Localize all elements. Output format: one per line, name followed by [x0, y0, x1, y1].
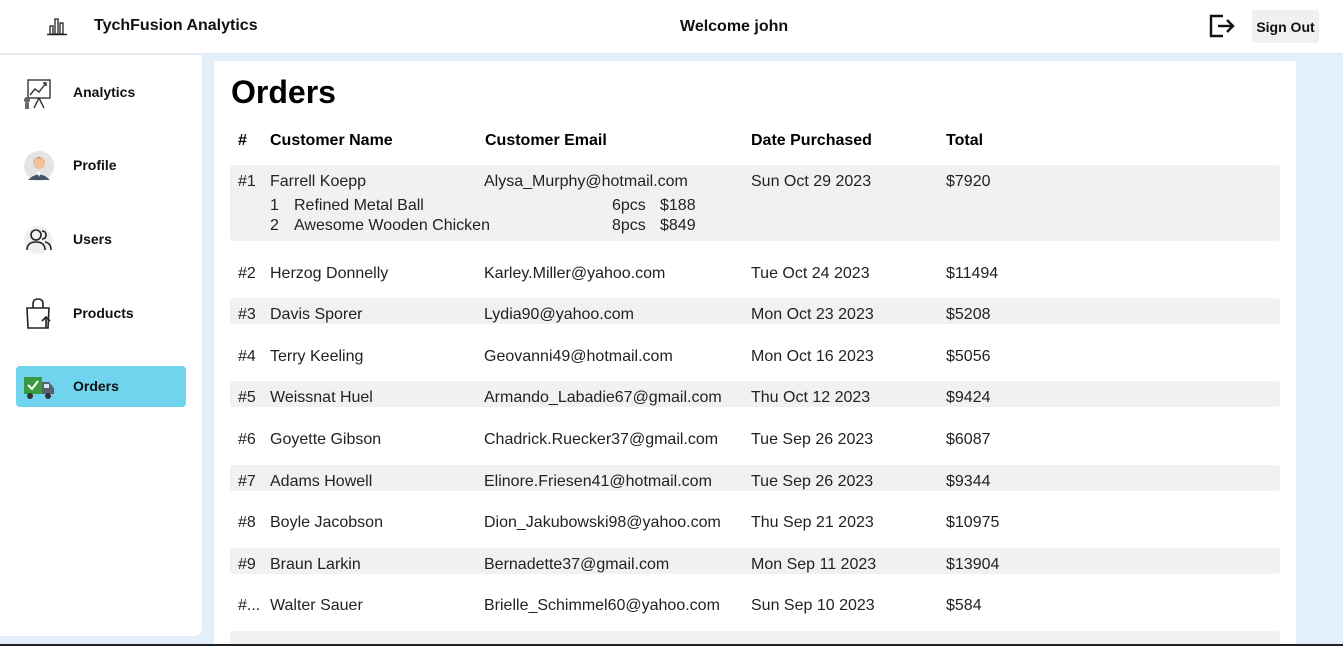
order-total: $7920 [946, 173, 991, 190]
order-row[interactable]: #3 Davis Sporer Lydia90@yahoo.com Mon Oc… [230, 298, 1280, 324]
column-header-total: Total [946, 132, 984, 149]
column-header-customer-name: Customer Name [270, 132, 393, 149]
date-purchased: Mon Oct 23 2023 [751, 306, 874, 323]
item-name: Awesome Wooden Chicken [294, 217, 490, 234]
page-title: Orders [231, 74, 336, 110]
sidebar-item-profile[interactable]: Profile [16, 145, 186, 186]
sidebar-item-label: Profile [73, 157, 117, 173]
shopping-bag-icon [26, 298, 51, 329]
item-name: Refined Metal Ball [294, 197, 424, 214]
customer-email: Bernadette37@gmail.com [484, 556, 670, 573]
order-number: #... [238, 597, 261, 614]
column-header-customer-email: Customer Email [485, 132, 607, 149]
delivery-truck-icon [24, 377, 54, 399]
order-number: #2 [238, 265, 256, 282]
column-header-date-purchased: Date Purchased [751, 132, 872, 149]
users-icon [24, 226, 52, 254]
date-purchased: Mon Sep 11 2023 [751, 556, 877, 573]
order-row[interactable]: #7 Adams Howell Elinore.Friesen41@hotmai… [230, 465, 1280, 491]
customer-name: Herzog Donnelly [270, 265, 389, 282]
order-total: $11494 [946, 265, 999, 282]
sidebar-item-label: Orders [73, 378, 119, 394]
sidebar-item-users[interactable]: Users [16, 219, 186, 260]
date-purchased: Sun Oct 29 2023 [751, 173, 872, 190]
order-total: $6087 [946, 431, 991, 448]
customer-email: Elinore.Friesen41@hotmail.com [484, 473, 712, 490]
order-total: $13904 [946, 556, 1000, 573]
order-number: #4 [238, 348, 256, 365]
customer-name: Farrell Koepp [270, 173, 367, 190]
item-price: $188 [660, 197, 696, 214]
order-number: #9 [238, 556, 256, 573]
item-quantity: 8pcs [612, 217, 646, 234]
sidebar-item-label: Products [73, 305, 134, 321]
sign-out-button[interactable]: Sign Out [1252, 10, 1319, 43]
sidebar-item-products[interactable]: Products [16, 293, 186, 334]
orders-panel: Orders # Customer Name Customer Email Da… [214, 61, 1296, 646]
order-row[interactable]: #4 Terry Keeling Geovanni49@hotmail.com … [230, 340, 1280, 366]
customer-name: Terry Keeling [270, 348, 364, 365]
customer-name: Boyle Jacobson [270, 514, 383, 531]
customer-email: Chadrick.Ruecker37@gmail.com [484, 431, 719, 448]
logout-icon[interactable] [1208, 12, 1236, 40]
customer-name: Weissnat Huel [270, 389, 373, 406]
sidebar-item-label: Users [73, 231, 112, 247]
order-total: $9344 [946, 473, 991, 490]
order-total: $584 [946, 597, 982, 614]
item-index: 2 [270, 217, 279, 234]
customer-email: Alysa_Murphy@hotmail.com [484, 173, 688, 190]
order-total: $5208 [946, 306, 991, 323]
customer-name: Braun Larkin [270, 556, 361, 573]
customer-name: Walter Sauer [270, 597, 363, 614]
customer-email: Lydia90@yahoo.com [484, 306, 634, 323]
customer-email: Dion_Jakubowski98@yahoo.com [484, 514, 721, 531]
order-number: #5 [238, 389, 256, 406]
date-purchased: Thu Oct 12 2023 [751, 389, 871, 406]
order-number: #3 [238, 306, 256, 323]
customer-name: Davis Sporer [270, 306, 363, 323]
order-row[interactable]: #9 Braun Larkin Bernadette37@gmail.com M… [230, 548, 1280, 574]
sidebar: Analytics Profile Users Products Orders [0, 55, 202, 636]
sidebar-item-orders[interactable]: Orders [16, 366, 186, 407]
date-purchased: Thu Sep 21 2023 [751, 514, 874, 531]
order-number: #7 [238, 473, 256, 490]
order-number: #1 [238, 173, 256, 190]
order-total: $10975 [946, 514, 1000, 531]
item-price: $849 [660, 217, 696, 234]
customer-email: Armando_Labadie67@gmail.com [484, 389, 722, 406]
date-purchased: Sun Sep 10 2023 [751, 597, 875, 614]
order-total: $5056 [946, 348, 991, 365]
app-title: TychFusion Analytics [94, 17, 258, 34]
order-total: $9424 [946, 389, 991, 406]
sidebar-item-label: Analytics [73, 84, 136, 100]
order-number: #8 [238, 514, 256, 531]
order-row[interactable]: #5 Weissnat Huel Armando_Labadie67@gmail… [230, 381, 1280, 407]
item-quantity: 6pcs [612, 197, 646, 214]
top-header: TychFusion Analytics Welcome john Sign O… [0, 0, 1343, 54]
order-row[interactable]: #6 Goyette Gibson Chadrick.Ruecker37@gma… [230, 423, 1280, 449]
analytics-icon [24, 79, 51, 109]
customer-name: Adams Howell [270, 473, 373, 490]
column-header-number: # [238, 132, 247, 149]
profile-avatar-icon [24, 151, 54, 181]
order-row-expanded[interactable]: #1 Farrell Koepp Alysa_Murphy@hotmail.co… [230, 165, 1280, 241]
bar-chart-icon [47, 18, 67, 36]
order-row[interactable]: #8 Boyle Jacobson Dion_Jakubowski98@yaho… [230, 506, 1280, 532]
customer-email: Geovanni49@hotmail.com [484, 348, 673, 365]
customer-email: Brielle_Schimmel60@yahoo.com [484, 597, 720, 614]
date-purchased: Tue Sep 26 2023 [751, 473, 874, 490]
item-index: 1 [270, 197, 279, 214]
welcome-message: Welcome john [680, 18, 789, 35]
customer-name: Goyette Gibson [270, 431, 382, 448]
order-row[interactable]: #2 Herzog Donnelly Karley.Miller@yahoo.c… [230, 257, 1280, 282]
order-row[interactable]: #... Walter Sauer Brielle_Schimmel60@yah… [230, 589, 1280, 615]
sidebar-item-analytics[interactable]: Analytics [16, 72, 186, 113]
date-purchased: Tue Sep 26 2023 [751, 431, 874, 448]
customer-email: Karley.Miller@yahoo.com [484, 265, 666, 282]
order-number: #6 [238, 431, 256, 448]
date-purchased: Tue Oct 24 2023 [751, 265, 870, 282]
date-purchased: Mon Oct 16 2023 [751, 348, 874, 365]
